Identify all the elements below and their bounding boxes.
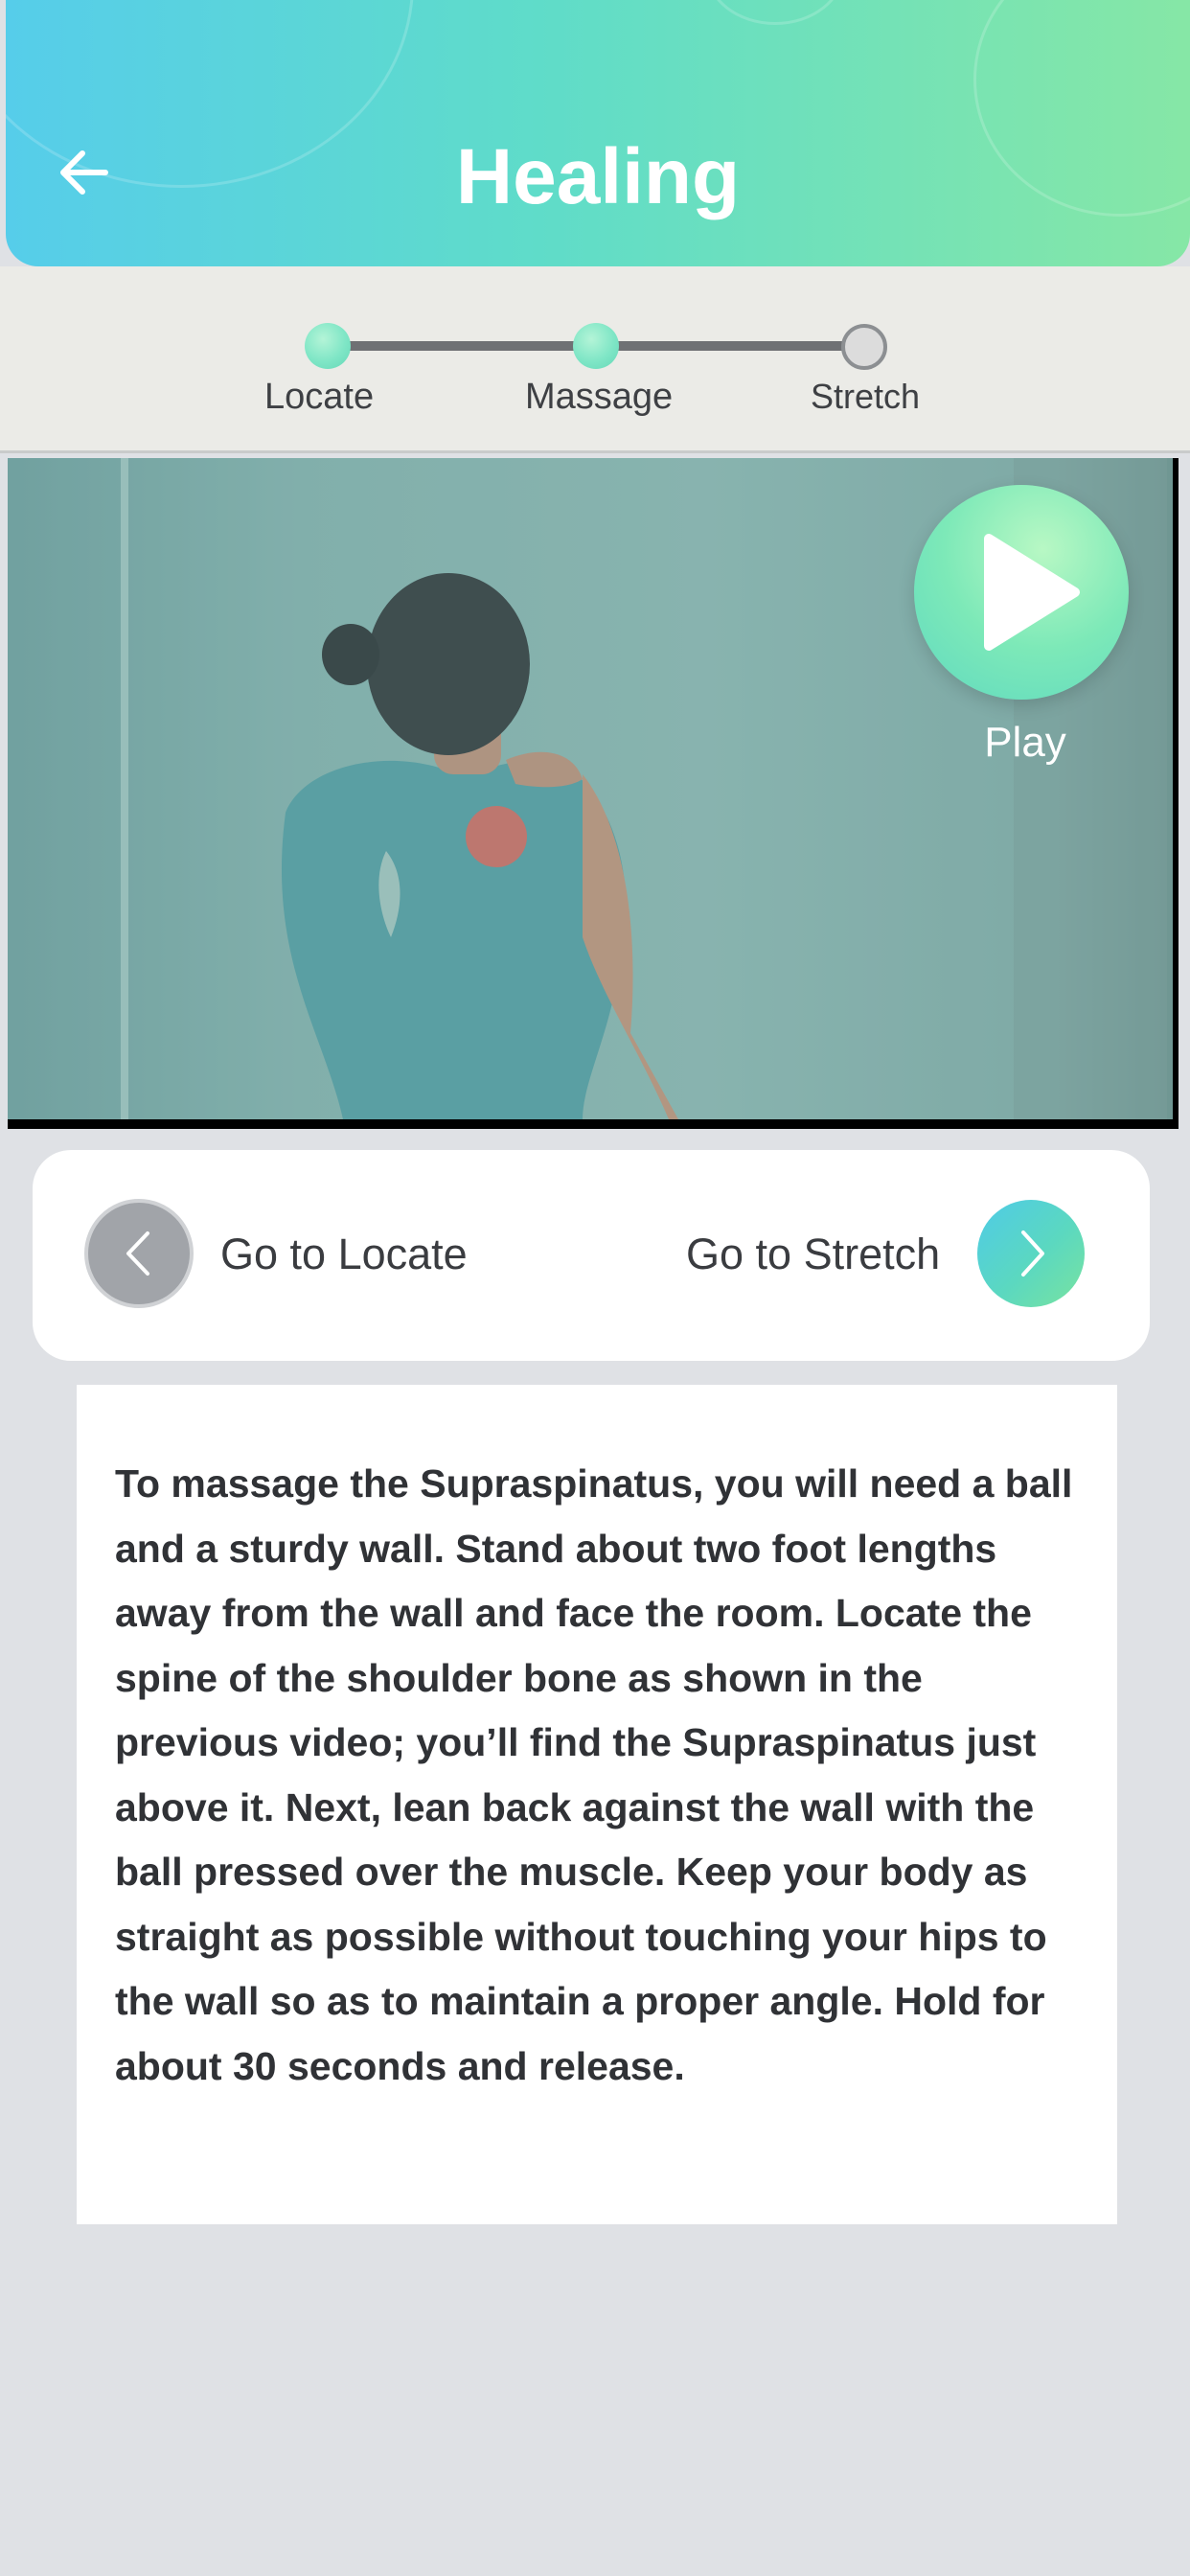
- go-to-locate-button[interactable]: [84, 1199, 194, 1308]
- chevron-left-icon: [126, 1231, 149, 1276]
- stepper-line-upcoming: [596, 341, 864, 351]
- play-button[interactable]: [914, 485, 1129, 700]
- stepper-line-completed: [328, 341, 596, 351]
- go-to-stretch-button[interactable]: [977, 1200, 1085, 1307]
- play-icon: [984, 534, 1080, 651]
- step-dot-locate[interactable]: [305, 323, 351, 369]
- go-to-locate-label[interactable]: Go to Locate: [220, 1230, 468, 1279]
- page-title: Healing: [455, 133, 741, 220]
- step-dot-massage[interactable]: [573, 323, 619, 369]
- step-label-stretch[interactable]: Stretch: [811, 377, 920, 417]
- decorative-bubble: [705, 0, 845, 25]
- chevron-right-icon: [1021, 1230, 1044, 1276]
- play-label: Play: [984, 719, 1066, 766]
- step-dot-stretch[interactable]: [841, 324, 887, 370]
- instructions-card: To massage the Supraspinatus, you will n…: [77, 1385, 1117, 2224]
- step-label-locate[interactable]: Locate: [264, 377, 374, 418]
- step-label-massage[interactable]: Massage: [525, 377, 673, 418]
- app-header: Healing: [6, 0, 1190, 266]
- go-to-stretch-label[interactable]: Go to Stretch: [686, 1230, 940, 1279]
- instructions-text: To massage the Supraspinatus, you will n…: [115, 1461, 1073, 2088]
